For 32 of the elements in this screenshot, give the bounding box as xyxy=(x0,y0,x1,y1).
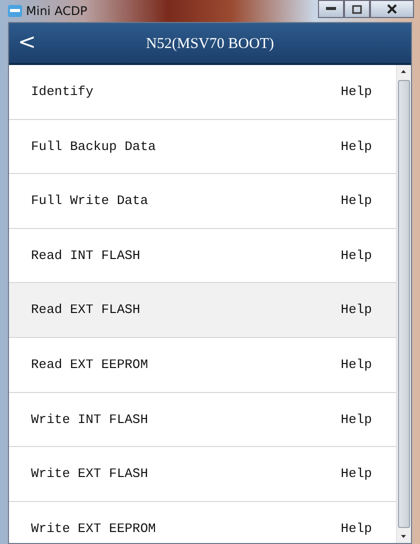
menu-label: Write EXT EEPROM xyxy=(31,520,156,538)
menu-label: Write EXT FLASH xyxy=(31,465,148,484)
menu-label: Read EXT EEPROM xyxy=(31,356,148,374)
menu-label: Write INT FLASH xyxy=(31,410,148,429)
close-icon xyxy=(387,4,397,14)
app-icon xyxy=(8,5,22,17)
close-button[interactable] xyxy=(370,0,414,18)
menu-row[interactable]: Full Backup Data Help xyxy=(9,120,396,174)
maximize-button[interactable] xyxy=(344,0,370,18)
scrollbar[interactable] xyxy=(396,65,411,543)
screen-title: N52(MSV70 BOOT) xyxy=(146,36,274,52)
menu-row[interactable]: Write INT FLASH Help xyxy=(9,392,396,448)
menu-label: Read EXT FLASH xyxy=(31,301,140,320)
maximize-icon xyxy=(352,4,362,14)
help-link[interactable]: Help xyxy=(340,464,372,484)
minimize-icon xyxy=(326,7,336,11)
menu-row[interactable]: Read EXT FLASH Help xyxy=(9,283,396,338)
help-link[interactable]: Help xyxy=(340,191,372,211)
menu-label: Full Backup Data xyxy=(31,138,156,156)
help-link[interactable]: Help xyxy=(340,82,372,102)
minimize-button[interactable] xyxy=(318,0,344,18)
menu-label: Full Write Data xyxy=(31,192,148,210)
menu-label: Identify xyxy=(31,83,94,102)
help-link[interactable]: Help xyxy=(340,136,372,156)
back-button[interactable]: < xyxy=(9,26,45,60)
help-link[interactable]: Help xyxy=(340,300,372,320)
window-title: Mini ACDP xyxy=(26,3,88,20)
help-link[interactable]: Help xyxy=(340,246,372,266)
help-link[interactable]: Help xyxy=(340,355,372,375)
menu-label: Read INT FLASH xyxy=(31,246,140,265)
help-link[interactable]: Help xyxy=(340,518,372,538)
help-link[interactable]: Help xyxy=(340,410,372,430)
